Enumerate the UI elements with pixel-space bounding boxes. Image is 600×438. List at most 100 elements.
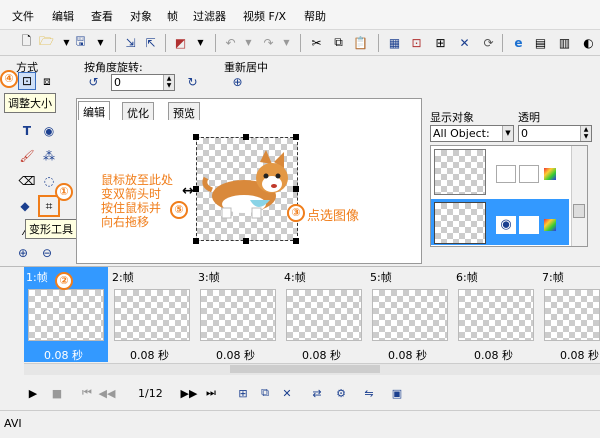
rotate-cw-icon[interactable]: ↻ xyxy=(184,73,201,90)
spin-arrows[interactable]: ▲ ▼ xyxy=(163,75,174,90)
tween-icon[interactable]: ⇄ xyxy=(310,386,324,400)
save-icon[interactable]: 🖫 xyxy=(72,34,89,51)
menu-video-fx[interactable]: 视频 F/X xyxy=(243,8,286,24)
frame-thumbnail xyxy=(458,289,534,341)
menu-file[interactable]: 文件 xyxy=(12,8,34,24)
resize-handle[interactable] xyxy=(193,134,199,140)
first-frame-icon[interactable]: ⏮ xyxy=(80,386,94,400)
play-icon[interactable]: ▶ xyxy=(26,386,40,400)
zoom-out-icon[interactable]: ⊖ xyxy=(38,244,56,262)
frame-counter: 1/12 xyxy=(138,387,163,400)
frame-6[interactable]: 6:帧 0.08 秒 xyxy=(454,267,538,362)
redo-icon[interactable]: ↷ xyxy=(260,34,277,51)
last-frame-icon[interactable]: ⏭ xyxy=(204,386,218,400)
palette-icon[interactable]: ◩ xyxy=(172,34,189,51)
object-thumbnail[interactable] xyxy=(434,202,486,244)
copy-icon[interactable]: ⧉ xyxy=(330,34,347,51)
delete-frame-icon[interactable]: ✕ xyxy=(280,386,294,400)
add-frame-icon[interactable]: ⊞ xyxy=(236,386,250,400)
reverse-icon[interactable]: ⇋ xyxy=(362,386,376,400)
duplicate-frame-icon[interactable]: ⧉ xyxy=(258,386,272,400)
resize-mode-icon[interactable]: ⊡ xyxy=(18,72,36,90)
cut-icon[interactable]: ✂ xyxy=(308,34,325,51)
more-icon[interactable]: ◐ xyxy=(580,34,597,51)
frame-delay[interactable]: 0.08 秒 xyxy=(216,347,255,363)
frame-3[interactable]: 3:帧 0.08 秒 xyxy=(196,267,280,362)
next-frame-icon[interactable]: ▶▶ xyxy=(181,386,198,400)
visibility-eye-icon[interactable]: ◉ xyxy=(496,216,516,234)
text-tool-icon[interactable]: T xyxy=(18,122,36,140)
crop-icon[interactable]: ⊡ xyxy=(408,34,425,51)
menu-help[interactable]: 帮助 xyxy=(304,8,326,24)
frame-5[interactable]: 5:帧 0.08 秒 xyxy=(368,267,452,362)
frame-delay[interactable]: 0.08 秒 xyxy=(302,347,341,363)
display-objects-select[interactable]: All Object: ▼ xyxy=(430,125,514,142)
step-3-marker: ③ xyxy=(287,204,305,222)
menu-filter[interactable]: 过滤器 xyxy=(193,8,226,24)
recenter-icon[interactable]: ⊕ xyxy=(229,73,246,90)
eraser-tool-icon[interactable]: ⌫ xyxy=(18,172,36,190)
chevron-down-icon[interactable]: ▼ xyxy=(192,34,209,51)
frame-7[interactable]: 7:帧 0.08 秒 xyxy=(540,267,600,362)
magic-wand-icon[interactable]: ⁂ xyxy=(40,147,58,165)
tab-preview[interactable]: 预览 xyxy=(168,102,200,120)
preview-icon[interactable]: ▤ xyxy=(532,34,549,51)
stop-icon[interactable]: ■ xyxy=(50,386,64,400)
menu-frame[interactable]: 帧 xyxy=(167,8,178,24)
browser-icon[interactable]: e xyxy=(510,34,527,51)
rotate-icon[interactable]: ⟳ xyxy=(480,34,497,51)
open-folder-icon[interactable]: 🗁 xyxy=(38,34,55,51)
chevron-down-icon[interactable]: ▼ xyxy=(240,34,257,51)
properties-icon[interactable]: ⚙ xyxy=(334,386,348,400)
color-swatch-icon xyxy=(544,219,556,231)
import-icon[interactable]: ⇲ xyxy=(122,34,139,51)
transform-x-icon[interactable]: ✕ xyxy=(456,34,473,51)
tab-optimize[interactable]: 优化 xyxy=(122,102,154,120)
resize-handle[interactable] xyxy=(293,238,299,244)
object-thumbnail[interactable] xyxy=(434,149,486,195)
menu-view[interactable]: 查看 xyxy=(91,8,113,24)
frame-label: 7:帧 xyxy=(542,271,564,284)
tab-edit[interactable]: 编辑 xyxy=(78,101,110,120)
gallery-icon[interactable]: ▥ xyxy=(556,34,573,51)
chevron-down-icon[interactable]: ▼ xyxy=(502,126,513,141)
paste-icon[interactable]: 📋 xyxy=(352,34,369,51)
new-file-icon[interactable]: 🗋 xyxy=(18,34,35,51)
spin-arrows[interactable]: ▲ ▼ xyxy=(580,126,591,141)
resize-handle[interactable] xyxy=(293,134,299,140)
play-tool-icon[interactable]: ◉ xyxy=(40,122,58,140)
frame-2[interactable]: 2:帧 0.08 秒 xyxy=(110,267,194,362)
grid-icon[interactable]: ▦ xyxy=(386,34,403,51)
skew-mode-icon[interactable]: ⧈ xyxy=(38,72,56,90)
frame-delay[interactable]: 0.08 秒 xyxy=(474,347,513,363)
rotate-angle-input[interactable]: 0 ▲ ▼ xyxy=(111,74,175,91)
frame-delay[interactable]: 0.08 秒 xyxy=(560,347,599,363)
scroll-thumb[interactable] xyxy=(573,204,585,218)
chevron-down-icon[interactable]: ▼ xyxy=(92,34,109,51)
frame-4[interactable]: 4:帧 0.08 秒 xyxy=(282,267,366,362)
undo-icon[interactable]: ↶ xyxy=(222,34,239,51)
menu-edit[interactable]: 编辑 xyxy=(52,8,74,24)
frame-settings-icon[interactable]: ▣ xyxy=(390,386,404,400)
zoom-in-icon[interactable]: ⊕ xyxy=(14,244,32,262)
menu-object[interactable]: 对象 xyxy=(130,8,152,24)
frame-delay[interactable]: 0.08 秒 xyxy=(388,347,427,363)
object-list-scrollbar[interactable] xyxy=(571,146,587,246)
rotate-ccw-icon[interactable]: ↺ xyxy=(85,73,102,90)
double-arrow-icon: ↔ xyxy=(182,183,194,199)
object-slot xyxy=(519,216,539,234)
prev-frame-icon[interactable]: ◀◀ xyxy=(99,386,116,400)
resize-icon[interactable]: ⊞ xyxy=(432,34,449,51)
hscroll-thumb[interactable] xyxy=(230,365,380,373)
chevron-down-icon[interactable]: ▼ xyxy=(278,34,295,51)
export-icon[interactable]: ⇱ xyxy=(142,34,159,51)
fill-tool-icon[interactable]: ◆ xyxy=(16,197,34,215)
brush-tool-icon[interactable]: 🖌 xyxy=(18,147,36,165)
status-bar: AVI xyxy=(0,410,600,438)
frame-delay[interactable]: 0.08 秒 xyxy=(44,347,83,363)
frame-delay[interactable]: 0.08 秒 xyxy=(130,347,169,363)
opacity-input[interactable]: 0 ▲ ▼ xyxy=(518,125,592,142)
resize-handle[interactable] xyxy=(193,238,199,244)
resize-handle[interactable] xyxy=(243,238,249,244)
resize-handle[interactable] xyxy=(243,134,249,140)
